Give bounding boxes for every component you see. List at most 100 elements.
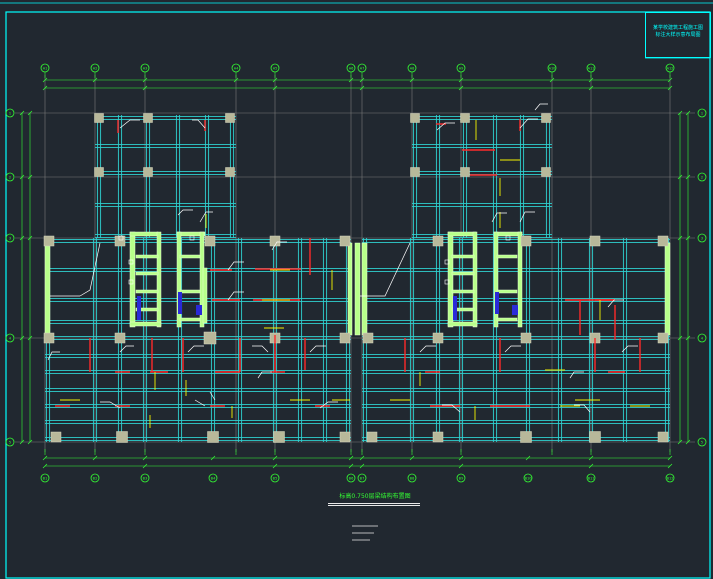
shear-wall bbox=[135, 289, 159, 294]
column bbox=[143, 113, 153, 123]
column bbox=[339, 235, 351, 247]
leader-line bbox=[192, 119, 206, 129]
axis-bubble-label: A5 bbox=[273, 67, 278, 71]
axis-bubble-label: 3 bbox=[701, 237, 703, 241]
axis-bubble-label: B5 bbox=[273, 477, 278, 481]
axis-bubble-label: A8 bbox=[410, 67, 415, 71]
opening bbox=[512, 305, 518, 315]
shear-wall bbox=[129, 321, 162, 327]
leader-line bbox=[419, 345, 436, 353]
opening bbox=[137, 296, 141, 320]
axis-bubble-label: 1 bbox=[9, 112, 11, 116]
column bbox=[204, 235, 216, 247]
leader-line bbox=[119, 119, 140, 129]
column bbox=[94, 167, 104, 177]
shear-wall-layer bbox=[44, 231, 671, 336]
column bbox=[432, 332, 444, 344]
leader-line bbox=[504, 345, 521, 353]
shear-wall bbox=[129, 231, 136, 328]
axis-bubble-label: B7 bbox=[360, 477, 365, 481]
axis-bubble-label: A3 bbox=[143, 67, 148, 71]
shear-wall bbox=[361, 242, 368, 336]
column bbox=[207, 431, 219, 443]
shear-wall bbox=[451, 254, 475, 259]
column bbox=[657, 332, 669, 344]
axis-bubble-label: 5 bbox=[9, 441, 11, 445]
column bbox=[541, 167, 551, 177]
axis-bubble-label: B9 bbox=[459, 477, 464, 481]
shear-wall bbox=[202, 267, 208, 324]
leader-line bbox=[569, 371, 584, 379]
axis-bubble-label: 2 bbox=[701, 176, 703, 180]
column bbox=[114, 332, 126, 344]
axis-bubble-label: A9 bbox=[459, 67, 464, 71]
column bbox=[460, 113, 470, 123]
axis-bubble-label: 1 bbox=[701, 112, 703, 116]
shear-wall bbox=[179, 254, 201, 259]
shear-wall bbox=[135, 254, 159, 259]
leader-line bbox=[100, 401, 121, 409]
shear-wall bbox=[44, 242, 51, 336]
column bbox=[657, 431, 669, 443]
column bbox=[94, 113, 104, 123]
axis-bubble-label: A2 bbox=[93, 67, 98, 71]
shear-wall bbox=[472, 231, 478, 328]
title-block: 某学校建筑工程施工图 标注大样示意布局图 bbox=[645, 12, 711, 58]
shear-wall bbox=[496, 289, 518, 294]
shear-wall bbox=[354, 242, 361, 336]
column bbox=[43, 235, 55, 247]
shear-wall bbox=[447, 231, 477, 237]
leader-line bbox=[621, 345, 638, 353]
column bbox=[460, 167, 470, 177]
column bbox=[520, 235, 532, 247]
leader-line bbox=[194, 399, 206, 407]
opening bbox=[178, 292, 182, 314]
shear-wall bbox=[447, 321, 478, 327]
shear-wall bbox=[496, 254, 518, 259]
axis-bubble-label: A12 bbox=[667, 67, 674, 71]
caption-underline bbox=[328, 503, 420, 504]
column bbox=[520, 431, 532, 443]
axis-bubble-label: A6 bbox=[349, 67, 354, 71]
column bbox=[410, 167, 420, 177]
column bbox=[203, 331, 217, 345]
leader-line bbox=[519, 211, 535, 223]
shear-wall bbox=[179, 289, 201, 294]
axis-bubble-label: A7 bbox=[360, 67, 365, 71]
shear-wall bbox=[135, 271, 159, 276]
axis-bubble-label: B4 bbox=[211, 477, 216, 481]
leader-line bbox=[519, 118, 538, 129]
shear-wall bbox=[496, 317, 518, 322]
leader-line bbox=[252, 345, 269, 353]
column bbox=[114, 235, 126, 247]
axis-bubble-label: B12 bbox=[667, 477, 674, 481]
column bbox=[589, 235, 601, 247]
leader-line bbox=[177, 209, 193, 216]
column bbox=[225, 113, 235, 123]
opening bbox=[453, 296, 457, 320]
column bbox=[362, 332, 374, 344]
title-block-line2: 标注大样示意布局图 bbox=[655, 32, 701, 38]
column bbox=[410, 113, 420, 123]
axis-bubble-label: 4 bbox=[9, 337, 12, 341]
shear-wall bbox=[451, 289, 475, 294]
axis-bubble-label: B3 bbox=[143, 477, 148, 481]
opening bbox=[495, 292, 499, 314]
axis-bubble-label: 4 bbox=[701, 337, 704, 341]
axis-bubble-label: A4 bbox=[234, 67, 239, 71]
leader-line bbox=[199, 211, 213, 223]
column bbox=[43, 332, 55, 344]
column bbox=[366, 431, 378, 443]
column bbox=[541, 113, 551, 123]
caption-underline-secondary bbox=[328, 505, 420, 506]
leader-line bbox=[607, 299, 624, 308]
column bbox=[273, 431, 285, 443]
leader-line bbox=[187, 345, 204, 353]
column bbox=[116, 431, 128, 443]
axis-bubble-label: B11 bbox=[588, 477, 595, 481]
column bbox=[432, 235, 444, 247]
axis-bubble-label: B8 bbox=[410, 477, 415, 481]
leader-line bbox=[534, 103, 548, 111]
axis-bubble-label: 2 bbox=[9, 176, 11, 180]
shear-wall bbox=[179, 317, 201, 322]
